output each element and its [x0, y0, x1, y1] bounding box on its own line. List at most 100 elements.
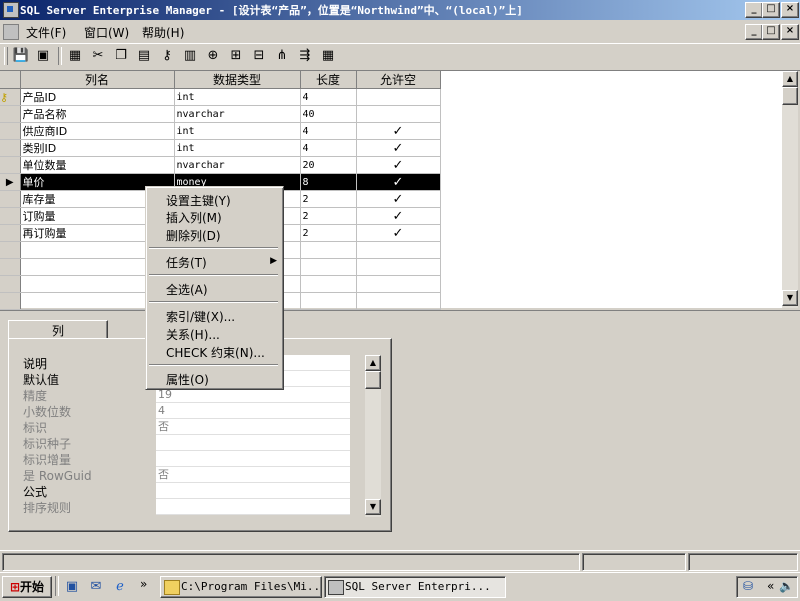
key-icon[interactable]: ⚷ [158, 47, 176, 65]
title-bar[interactable]: SQL Server Enterprise Manager - [设计表“产品”… [0, 0, 800, 20]
table-row[interactable]: ⚷ 产品ID int 4 [0, 88, 441, 106]
maximize-button[interactable]: □ [762, 2, 780, 18]
paste-icon[interactable]: ▤ [135, 47, 153, 65]
menu-select-all[interactable]: 全选(A) [166, 281, 208, 298]
cell-length[interactable]: 2 [300, 207, 357, 225]
row-selector[interactable] [0, 241, 21, 259]
cell-allow-nulls[interactable] [356, 88, 441, 106]
properties-scroll-down[interactable]: ▼ [365, 499, 381, 515]
property-value-field[interactable] [156, 451, 350, 467]
table-row[interactable]: 类别ID int 4 ✓ [0, 139, 441, 157]
empty-cell[interactable] [300, 292, 357, 310]
cell-length[interactable]: 4 [300, 139, 357, 157]
properties-vertical-scrollbar[interactable]: ▲ ▼ [365, 355, 381, 517]
cell-allow-nulls[interactable]: ✓ [356, 122, 441, 140]
row-selector[interactable] [0, 105, 21, 123]
grid-vertical-scrollbar[interactable]: ▲ ▼ [782, 71, 798, 308]
row-selector[interactable] [0, 224, 21, 242]
cell-length[interactable]: 2 [300, 224, 357, 242]
cell-data-type[interactable]: int [174, 88, 301, 106]
row-selector[interactable] [0, 207, 21, 225]
scroll-thumb[interactable] [782, 87, 798, 105]
app-icon[interactable] [3, 2, 19, 18]
scroll-up-button[interactable]: ▲ [782, 71, 798, 87]
current-row-marker-icon[interactable]: ▶ [0, 173, 21, 191]
close-button[interactable]: × [781, 2, 799, 18]
menu-tasks[interactable]: 任务(T) [166, 254, 207, 271]
start-button[interactable]: ⊞开始 [2, 576, 52, 598]
outlook-express-icon[interactable]: ✉ [88, 579, 104, 595]
child-minimize-button[interactable]: _ [745, 24, 763, 40]
scroll-down-button[interactable]: ▼ [782, 290, 798, 306]
row-selector[interactable] [0, 156, 21, 174]
menu-properties[interactable]: 属性(O) [166, 371, 209, 388]
insert-column-icon[interactable]: ▥ [181, 47, 199, 65]
header-data-type[interactable]: 数据类型 [174, 71, 301, 89]
cell-allow-nulls[interactable]: ✓ [356, 173, 441, 191]
table-row[interactable]: 供应商ID int 4 ✓ [0, 122, 441, 140]
empty-cell[interactable] [356, 275, 441, 293]
menu-insert-column[interactable]: 插入列(M) [166, 209, 222, 226]
table-row[interactable]: 产品名称 nvarchar 40 [0, 105, 441, 123]
cell-data-type[interactable]: int [174, 122, 301, 140]
cell-data-type[interactable]: nvarchar [174, 105, 301, 123]
dependencies-icon[interactable]: ⋔ [273, 47, 291, 65]
empty-cell[interactable] [356, 292, 441, 310]
empty-cell[interactable] [300, 241, 357, 259]
empty-cell[interactable] [356, 241, 441, 259]
cell-length[interactable]: 4 [300, 88, 357, 106]
menu-check-constraints[interactable]: CHECK 约束(N)... [166, 344, 265, 361]
cell-allow-nulls[interactable] [356, 105, 441, 123]
menu-set-primary-key[interactable]: 设置主键(Y) [166, 192, 231, 209]
cell-length[interactable]: 20 [300, 156, 357, 174]
cell-allow-nulls[interactable]: ✓ [356, 139, 441, 157]
menu-relationships[interactable]: 关系(H)... [166, 326, 220, 343]
menu-delete-column[interactable]: 删除列(D) [166, 227, 221, 244]
cell-column-name[interactable]: 单位数量 [20, 156, 175, 174]
cut-icon[interactable]: ✂ [89, 47, 107, 65]
row-selector[interactable] [0, 292, 21, 310]
properties-icon[interactable]: ▣ [34, 47, 52, 65]
cell-length[interactable]: 4 [300, 122, 357, 140]
row-selector[interactable] [0, 122, 21, 140]
table-row[interactable]: 单位数量 nvarchar 20 ✓ [0, 156, 441, 174]
row-selector[interactable] [0, 190, 21, 208]
child-close-button[interactable]: × [781, 24, 799, 40]
empty-cell[interactable] [300, 258, 357, 276]
cell-length[interactable]: 2 [300, 190, 357, 208]
header-allow-nulls[interactable]: 允许空 [356, 71, 441, 89]
cell-column-name[interactable]: 产品ID [20, 88, 175, 106]
task-explorer-window[interactable]: C:\Program Files\Mi... [160, 576, 322, 598]
property-value-field[interactable]: 4 [156, 403, 350, 419]
constraint-icon[interactable]: ⊟ [250, 47, 268, 65]
volume-icon[interactable]: 🔈 [779, 579, 794, 593]
cell-length[interactable]: 40 [300, 105, 357, 123]
empty-cell[interactable] [356, 258, 441, 276]
show-desktop-icon[interactable]: ▣ [64, 579, 80, 595]
cell-allow-nulls[interactable]: ✓ [356, 156, 441, 174]
internet-explorer-icon[interactable]: ℯ [112, 579, 128, 595]
property-value-field[interactable]: 否 [156, 467, 350, 483]
minimize-button[interactable]: _ [745, 2, 763, 18]
sql-agent-tray-icon[interactable]: ⛁ [743, 579, 753, 593]
row-selector[interactable] [0, 275, 21, 293]
save-icon[interactable]: 💾 [12, 47, 30, 65]
copy-icon[interactable]: ❐ [112, 47, 130, 65]
sql-icon[interactable]: ▦ [319, 47, 337, 65]
quicklaunch-chevron-icon[interactable]: » [140, 577, 147, 591]
tray-chevron-icon[interactable]: « [767, 579, 774, 593]
properties-scroll-thumb[interactable] [365, 371, 381, 389]
cell-length[interactable]: 8 [300, 173, 357, 191]
triggers-icon[interactable]: ⇶ [296, 47, 314, 65]
cell-allow-nulls[interactable]: ✓ [356, 224, 441, 242]
relationship-icon[interactable]: ⊕ [204, 47, 222, 65]
menu-window[interactable]: 窗口(W) [84, 24, 129, 41]
cell-allow-nulls[interactable]: ✓ [356, 207, 441, 225]
property-value-field[interactable] [156, 499, 350, 515]
properties-scroll-up[interactable]: ▲ [365, 355, 381, 371]
property-value-field[interactable] [156, 435, 350, 451]
cell-data-type[interactable]: int [174, 139, 301, 157]
primary-key-icon[interactable]: ⚷ [0, 88, 21, 106]
child-window-icon[interactable] [3, 24, 19, 40]
row-selector[interactable] [0, 258, 21, 276]
